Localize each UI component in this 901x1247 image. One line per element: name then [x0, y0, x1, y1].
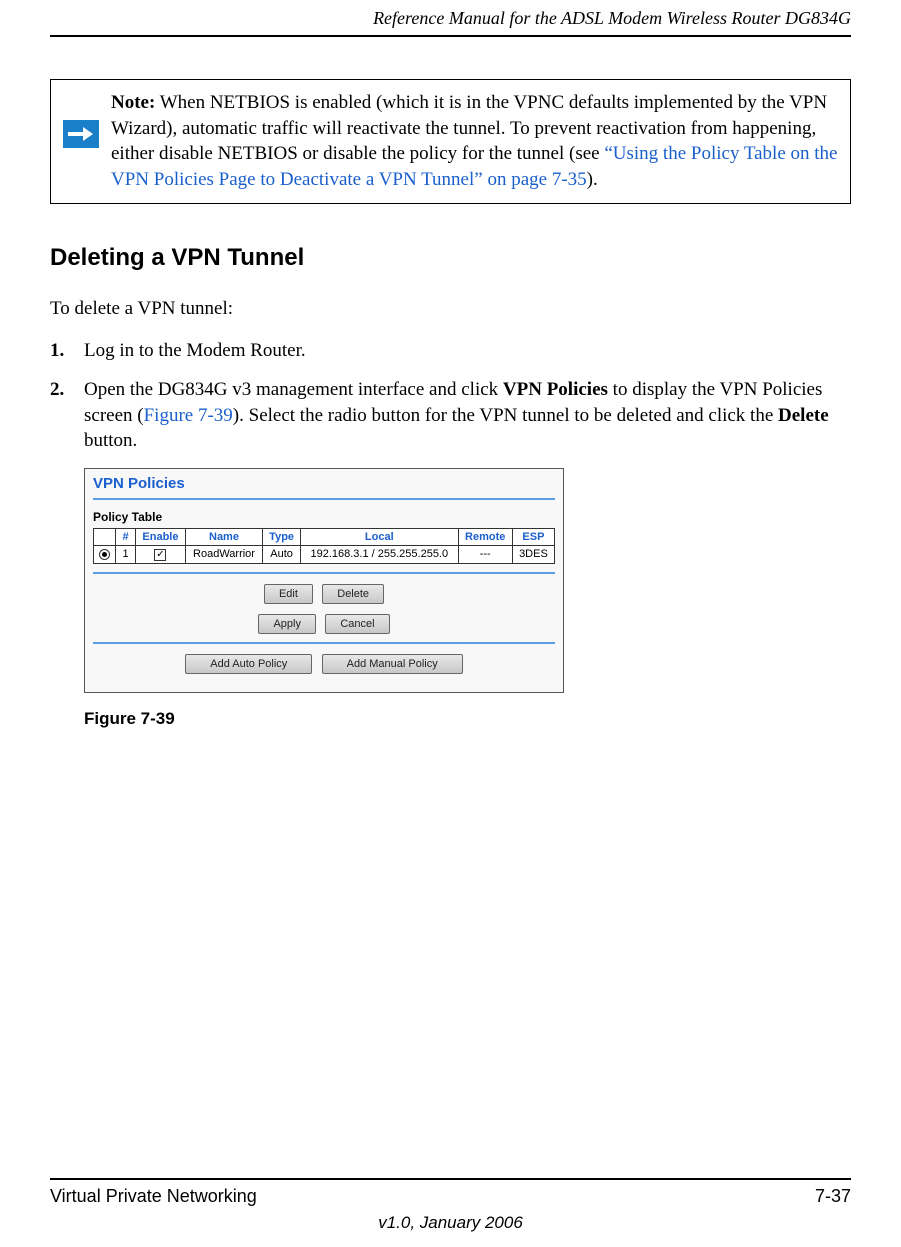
col-num: # — [116, 529, 136, 546]
col-name: Name — [185, 529, 262, 546]
step-text: button. — [84, 430, 137, 451]
cell-name: RoadWarrior — [185, 546, 262, 564]
cell-local: 192.168.3.1 / 255.255.255.0 — [301, 546, 458, 564]
policy-table: # Enable Name Type Local Remote ESP 1 ✓ … — [93, 528, 555, 564]
footer-version: v1.0, January 2006 — [50, 1213, 851, 1233]
apply-button[interactable]: Apply — [258, 614, 316, 634]
panel-title: VPN Policies — [93, 475, 555, 492]
header-rule — [50, 35, 851, 37]
cell-num: 1 — [116, 546, 136, 564]
policy-radio[interactable] — [94, 546, 116, 564]
edit-button[interactable]: Edit — [264, 584, 313, 604]
vpn-policies-panel: VPN Policies Policy Table # Enable Name … — [84, 468, 564, 693]
footer-rule — [50, 1178, 851, 1180]
step-body: Open the DG834G v3 management interface … — [84, 377, 851, 454]
step-text: Open the DG834G v3 management interface … — [84, 379, 503, 400]
checkbox-checked-icon: ✓ — [154, 549, 166, 561]
col-local: Local — [301, 529, 458, 546]
col-enable: Enable — [136, 529, 186, 546]
panel-divider — [93, 498, 555, 500]
panel-divider — [93, 642, 555, 644]
radio-selected-icon — [99, 549, 110, 560]
button-row: Apply Cancel — [93, 614, 555, 634]
delete-button[interactable]: Delete — [322, 584, 384, 604]
add-auto-policy-button[interactable]: Add Auto Policy — [185, 654, 312, 674]
policy-table-heading: Policy Table — [93, 510, 555, 524]
page-footer: Virtual Private Networking 7-37 v1.0, Ja… — [50, 1178, 851, 1233]
note-icon-cell — [63, 90, 111, 193]
note-body-2: ). — [587, 169, 598, 190]
button-row: Add Auto Policy Add Manual Policy — [93, 654, 555, 674]
table-row: 1 ✓ RoadWarrior Auto 192.168.3.1 / 255.2… — [94, 546, 555, 564]
col-esp: ESP — [512, 529, 554, 546]
figure: VPN Policies Policy Table # Enable Name … — [84, 468, 851, 729]
arrow-right-icon — [63, 120, 99, 148]
cell-esp: 3DES — [512, 546, 554, 564]
step-text: ). Select the radio button for the VPN t… — [233, 405, 778, 426]
running-header: Reference Manual for the ADSL Modem Wire… — [50, 0, 851, 35]
list-item: 1. Log in to the Modem Router. — [50, 338, 851, 364]
section-heading: Deleting a VPN Tunnel — [50, 244, 851, 272]
intro-paragraph: To delete a VPN tunnel: — [50, 298, 851, 320]
step-number: 2. — [50, 377, 84, 454]
add-manual-policy-button[interactable]: Add Manual Policy — [322, 654, 463, 674]
list-item: 2. Open the DG834G v3 management interfa… — [50, 377, 851, 454]
delete-button-ref: Delete — [778, 405, 829, 426]
footer-page-number: 7-37 — [815, 1186, 851, 1207]
cell-remote: --- — [458, 546, 512, 564]
note-label: Note: — [111, 92, 155, 113]
button-row: Edit Delete — [93, 584, 555, 604]
figure-caption: Figure 7-39 — [84, 709, 851, 729]
footer-chapter: Virtual Private Networking — [50, 1186, 257, 1207]
step-body: Log in to the Modem Router. — [84, 338, 851, 364]
cancel-button[interactable]: Cancel — [325, 614, 389, 634]
cell-type: Auto — [263, 546, 301, 564]
col-type: Type — [263, 529, 301, 546]
table-header-row: # Enable Name Type Local Remote ESP — [94, 529, 555, 546]
step-number: 1. — [50, 338, 84, 364]
figure-crossref-link[interactable]: Figure 7-39 — [144, 405, 233, 426]
col-remote: Remote — [458, 529, 512, 546]
policy-enable-checkbox[interactable]: ✓ — [136, 546, 186, 564]
panel-divider — [93, 572, 555, 574]
col-radio — [94, 529, 116, 546]
vpn-policies-menu: VPN Policies — [503, 379, 608, 400]
note-box: Note: When NETBIOS is enabled (which it … — [50, 79, 851, 204]
note-text: Note: When NETBIOS is enabled (which it … — [111, 90, 838, 193]
